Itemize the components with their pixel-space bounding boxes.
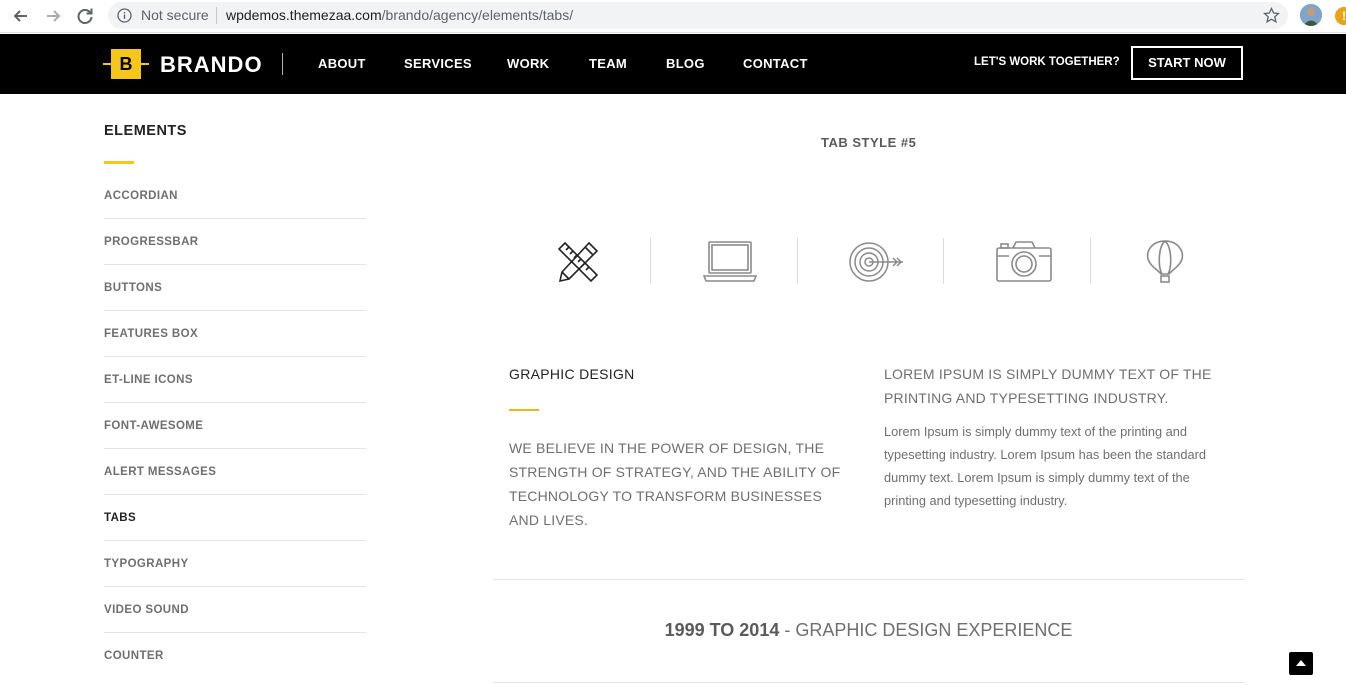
sidebar-item-counter[interactable]: COUNTER [104,633,366,679]
experience-text: - GRAPHIC DESIGN EXPERIENCE [779,620,1073,640]
sidebar-list: ACCORDIAN PROGRESSBAR BUTTONS FEATURES B… [104,173,366,679]
security-label: Not secure [141,7,209,23]
start-now-button[interactable]: START NOW [1131,46,1243,80]
tab-photography[interactable] [944,230,1090,292]
nav-about[interactable]: ABOUT [318,56,366,71]
sidebar-item-tabs[interactable]: TABS [104,495,366,541]
sidebar-item-progressbar[interactable]: PROGRESSBAR [104,219,366,265]
nav-work[interactable]: WORK [507,56,549,71]
info-icon[interactable] [117,8,132,23]
tab-content-lead: WE BELIEVE IN THE POWER OF DESIGN, THE S… [509,440,841,528]
profile-avatar[interactable] [1300,4,1322,26]
url-text[interactable]: wpdemos.themezaa.com/brando/agency/eleme… [226,7,573,23]
tab-marketing[interactable] [798,230,944,292]
tab-content-accent [509,409,539,411]
address-separator [216,7,217,24]
section-divider [493,682,1244,683]
sidebar-item-accordian[interactable]: ACCORDIAN [104,173,366,219]
nav-blog[interactable]: BLOG [666,56,705,71]
sidebar-item-features-box[interactable]: FEATURES BOX [104,311,366,357]
browser-toolbar: Not secure wpdemos.themezaa.com/brando/a… [0,0,1346,33]
sidebar-item-font-awesome[interactable]: FONT-AWESOME [104,403,366,449]
url-path: /brando/agency/elements/tabs/ [381,7,574,23]
logo-divider [282,53,283,75]
icon-tabs [504,230,1234,292]
cta-text: LET'S WORK TOGETHER? [974,56,1120,68]
back-arrow-icon[interactable] [10,5,32,27]
sidebar-item-typography[interactable]: TYPOGRAPHY [104,541,366,587]
forward-arrow-icon[interactable] [42,5,64,27]
nav-services[interactable]: SERVICES [404,56,472,71]
tab-graphic-design[interactable] [504,230,650,292]
hot-air-balloon-icon [1146,240,1184,283]
scroll-to-top-button[interactable] [1289,652,1313,675]
camera-icon [996,241,1052,282]
bookmark-star-icon[interactable] [1263,7,1280,24]
sidebar-item-video-sound[interactable]: VIDEO SOUND [104,587,366,633]
laptop-icon [702,241,758,282]
nav-team[interactable]: TEAM [589,56,627,71]
reload-icon[interactable] [74,5,96,27]
logo-text[interactable]: BRANDO [160,52,263,78]
tab-content-body: Lorem Ipsum is simply dummy text of the … [884,424,1207,508]
sidebar-item-alert-messages[interactable]: ALERT MESSAGES [104,449,366,495]
extension-alert-icon[interactable]: ! [1335,7,1346,25]
pencil-ruler-icon [557,241,599,283]
experience-years: 1999 TO 2014 [664,620,780,640]
url-host: wpdemos.themezaa.com [226,7,382,23]
section-divider [493,579,1244,580]
site-header: B BRANDO ABOUT SERVICES WORK TEAM BLOG C… [0,34,1346,94]
target-arrow-icon [849,242,903,282]
sidebar-title-accent [104,161,134,164]
tab-content-title: GRAPHIC DESIGN [509,366,635,382]
tab-content-heading: LOREM IPSUM IS SIMPLY DUMMY TEXT OF THE … [884,366,1212,406]
tab-travel[interactable] [1091,230,1237,292]
logo-mark[interactable]: B [103,49,149,79]
sidebar-item-et-line-icons[interactable]: ET-LINE ICONS [104,357,366,403]
section-title: TAB STYLE #5 [821,135,917,150]
experience-line: 1999 TO 2014 - GRAPHIC DESIGN EXPERIENCE [493,620,1244,641]
chevron-up-icon [1296,660,1306,666]
tab-web-design[interactable] [651,230,797,292]
sidebar-item-buttons[interactable]: BUTTONS [104,265,366,311]
sidebar-title: ELEMENTS [104,123,187,139]
nav-contact[interactable]: CONTACT [743,56,808,71]
address-bar[interactable]: Not secure wpdemos.themezaa.com/brando/a… [108,2,1288,29]
